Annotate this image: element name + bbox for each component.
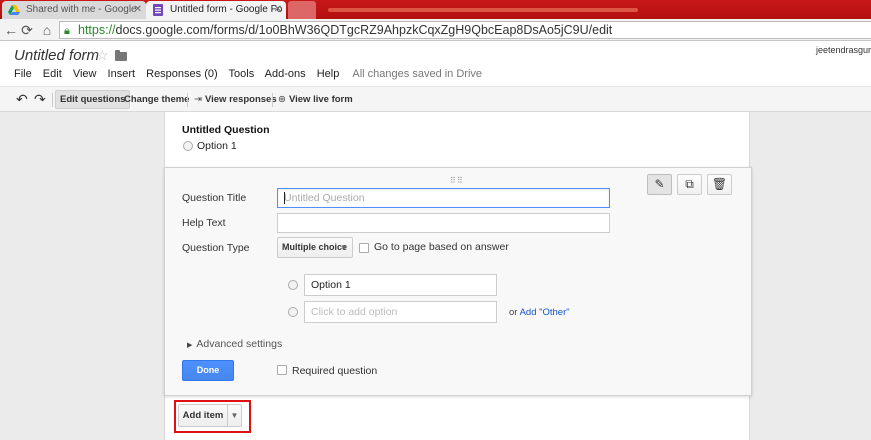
menu-responses[interactable]: Responses (0): [146, 68, 218, 80]
change-theme-button[interactable]: Change theme: [120, 90, 193, 109]
preview-radio: [183, 141, 193, 151]
advanced-settings-label: Advanced settings: [196, 338, 283, 350]
tab-strip-spacer: [318, 1, 648, 19]
view-live-form-button[interactable]: ⊛ View live form: [274, 90, 357, 109]
view-responses-label: View responses: [204, 94, 277, 105]
toolbar-divider: [52, 93, 53, 107]
external-responses-icon: ⇥: [194, 94, 202, 105]
menu-add-ons[interactable]: Add-ons: [265, 68, 306, 80]
docs-header: Untitled form ☆ jeetendrasgur File Edit …: [0, 41, 871, 86]
tab-close-icon[interactable]: ✕: [134, 1, 142, 19]
document-title[interactable]: Untitled form: [14, 47, 99, 64]
trash-icon[interactable]: 🗑︎: [707, 174, 732, 195]
browser-tab-strip: Shared with me - Google ✕ Untitled form …: [0, 0, 871, 19]
folder-icon[interactable]: [115, 50, 127, 61]
url-scheme: https://: [78, 23, 116, 37]
advanced-settings-toggle[interactable]: ▶ Advanced settings: [187, 338, 282, 350]
add-item-dropdown-icon[interactable]: ▼: [227, 404, 242, 427]
menu-insert[interactable]: Insert: [108, 68, 136, 80]
add-option-input[interactable]: Click to add option: [304, 301, 497, 323]
done-button[interactable]: Done: [182, 360, 234, 381]
question-type-select[interactable]: Multiple choice ▼: [277, 237, 353, 258]
preview-question-title: Untitled Question: [182, 124, 270, 136]
add-other-row: or Add "Other": [509, 307, 570, 318]
forms-toolbar: ↶ ↷ Edit questions Change theme ⇥ View re…: [0, 86, 871, 112]
tab-close-icon[interactable]: ✕: [274, 1, 282, 19]
redo-icon[interactable]: ↷: [30, 90, 50, 109]
browser-navbar: ← ⟳ ⌂ 🔒︎ https://docs.google.com/forms/d/…: [0, 19, 871, 41]
save-status: All changes saved in Drive: [352, 68, 483, 80]
view-live-form-label: View live form: [288, 94, 353, 105]
add-other-link[interactable]: Add "Other": [520, 307, 570, 318]
option-radio: [288, 280, 298, 290]
menu-file[interactable]: File: [14, 68, 32, 80]
reload-icon[interactable]: ⟳: [18, 21, 36, 39]
address-bar[interactable]: 🔒︎ https://docs.google.com/forms/d/1o0BhW…: [59, 21, 871, 39]
help-text-label: Help Text: [182, 217, 226, 229]
tab-label: Untitled form - Google Fo: [170, 4, 283, 15]
question-title-label: Question Title: [182, 192, 247, 204]
live-form-icon: ⊛: [278, 94, 286, 105]
toolbar-divider: [187, 93, 188, 107]
user-account-name[interactable]: jeetendrasgur: [816, 45, 871, 55]
help-text-input[interactable]: [277, 213, 610, 233]
star-icon[interactable]: ☆: [96, 47, 109, 64]
question-type-value: Multiple choice: [282, 242, 348, 252]
chevron-down-icon: ▼: [340, 243, 348, 252]
url-path: docs.google.com/forms/d/1o0BhW36QDTgcRZ9…: [115, 23, 613, 37]
toolbar-divider: [272, 93, 273, 107]
menu-edit[interactable]: Edit: [43, 68, 62, 80]
option-1-input[interactable]: Option 1: [304, 274, 497, 296]
menu-bar: File Edit View Insert Responses (0) Tool…: [14, 68, 490, 80]
undo-icon[interactable]: ↶: [12, 90, 32, 109]
tab-label: Shared with me - Google: [26, 4, 137, 15]
tab-shared-with-me[interactable]: Shared with me - Google ✕: [2, 1, 146, 19]
go-to-page-label: Go to page based on answer: [374, 241, 509, 253]
required-question-checkbox[interactable]: [277, 365, 287, 375]
view-responses-button[interactable]: ⇥ View responses: [190, 90, 281, 109]
add-item-button[interactable]: Add item: [178, 404, 228, 427]
duplicate-icon[interactable]: ⧉: [677, 174, 702, 195]
triangle-right-icon: ▶: [187, 342, 193, 349]
new-tab-button[interactable]: [288, 1, 316, 19]
drag-handle[interactable]: ⠿⠿: [450, 176, 464, 185]
menu-help[interactable]: Help: [317, 68, 340, 80]
tab-untitled-form[interactable]: Untitled form - Google Fo ✕: [146, 1, 286, 19]
or-text: or: [509, 307, 518, 318]
question-type-label: Question Type: [182, 242, 250, 254]
edit-pencil-icon[interactable]: ✎: [647, 174, 672, 195]
google-forms-icon: [152, 4, 164, 16]
lock-icon: 🔒︎: [64, 25, 70, 37]
google-drive-icon: [8, 4, 20, 16]
required-question-label: Required question: [292, 365, 378, 377]
preview-option-label: Option 1: [197, 140, 237, 152]
home-icon[interactable]: ⌂: [38, 21, 56, 39]
menu-tools[interactable]: Tools: [229, 68, 255, 80]
question-title-input[interactable]: Untitled Question: [277, 188, 610, 208]
menu-view[interactable]: View: [73, 68, 97, 80]
add-option-radio: [288, 307, 298, 317]
go-to-page-checkbox[interactable]: [359, 243, 369, 253]
